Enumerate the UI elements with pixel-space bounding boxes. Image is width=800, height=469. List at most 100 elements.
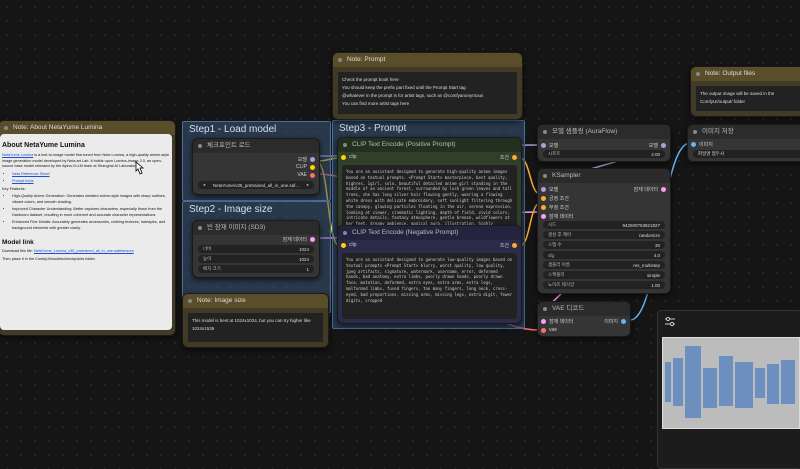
input-clip[interactable]: clip: [341, 154, 357, 160]
note-prompt-line: You should keep the prefix part fixed un…: [342, 85, 466, 91]
output-clip-label: CLIP: [295, 164, 307, 170]
output-clip[interactable]: CLIP: [296, 164, 315, 170]
port-dot-icon: [661, 187, 666, 192]
positive-prompt-textarea[interactable]: You are an assistant designed to generat…: [342, 165, 517, 227]
sliders-icon[interactable]: [664, 317, 676, 327]
node-checkpoint-title: 체크포인트 로드: [193, 139, 319, 153]
input-vae[interactable]: vae: [541, 327, 557, 333]
reference-sheet-link[interactable]: Neta Reference Sheet: [12, 172, 50, 176]
output-vae[interactable]: VAE: [297, 172, 315, 178]
input-clip[interactable]: clip: [341, 242, 357, 248]
port-dot-icon: [621, 319, 626, 324]
node-clip-negative[interactable]: CLIP Text Encode (Negative Prompt) clip …: [337, 225, 522, 324]
feature-item: High-Quality Anime Generation: Generates…: [12, 194, 170, 205]
output-conditioning-label: 조건: [499, 155, 509, 161]
prompt-book-link[interactable]: Prompt book: [12, 179, 34, 183]
output-image[interactable]: 이미지: [604, 318, 626, 325]
note-prompt-line: You can find more artist tags here: [342, 101, 410, 107]
port-dot-icon: [341, 242, 346, 248]
chevron-right-icon: ▸: [306, 182, 309, 187]
shift-value: 4.00: [651, 151, 660, 157]
cfg-field[interactable]: cfg 4.0: [543, 251, 665, 259]
note-image-size-title: Note: Image size: [183, 294, 328, 308]
minimap[interactable]: [657, 310, 800, 469]
scheduler-value: simple: [646, 272, 660, 278]
port-dot-icon: [512, 243, 517, 248]
control-after-generate-field[interactable]: 생성 후 제어 randomize: [543, 231, 665, 239]
output-model-label: 모델: [297, 157, 307, 163]
output-latent[interactable]: 잠재 데이터: [283, 236, 315, 243]
netayume-document: About NetaYume Lumina NetaYume Lumina is…: [0, 134, 172, 330]
note-prompt-title: Note: Prompt: [333, 53, 522, 67]
download-link[interactable]: NetaYume_Lumina_v35_pretrained_all_in_on…: [34, 249, 134, 253]
denoise-field[interactable]: 노이즈 제거양 1.00: [543, 281, 665, 289]
width-value: 1024: [298, 246, 309, 252]
node-vae-decode-title: VAE 디코드: [538, 302, 630, 316]
output-latent-label: 잠재 데이터: [282, 237, 307, 243]
note-prompt-line: Check the prompt book here: [342, 77, 399, 82]
shift-field[interactable]: 시프트 4.00: [543, 150, 665, 158]
ckpt-name-select[interactable]: ◂ NetaYume/v35_pretrained_all_in_one.saf.…: [198, 181, 314, 189]
scheduler-label: 스케줄러: [548, 272, 565, 277]
input-image[interactable]: 이미지: [691, 141, 713, 148]
input-latent[interactable]: 잠재 데이터: [541, 213, 573, 220]
features-list: High-Quality Anime Generation: Generates…: [10, 194, 172, 231]
node-empty-latent[interactable]: 빈 잠재 이미지 (SD3) 잠재 데이터 너비 1024 높이 1024 배치 크…: [192, 220, 320, 278]
batch-size-field[interactable]: 배치 크기 1: [198, 265, 314, 273]
node-model-sampling[interactable]: 모델 샘플링 (AuraFlow) 모델 모델 시프트 4.00: [537, 124, 671, 162]
control-value: randomize: [638, 232, 660, 238]
node-save-image[interactable]: 이미지 저장 이미지 파일명 접두사: [687, 124, 800, 162]
minimap-viewport[interactable]: [662, 337, 800, 429]
netayume-link[interactable]: NetaYume Lumina: [2, 153, 33, 157]
output-conditioning[interactable]: 조건: [500, 154, 517, 161]
note-output-title: Note: Output files: [691, 67, 800, 81]
sampler-name-field[interactable]: 샘플러 이름 res_multistep: [543, 261, 665, 269]
output-model[interactable]: 모델: [649, 142, 666, 149]
output-conditioning[interactable]: 조건: [500, 242, 517, 249]
height-field[interactable]: 높이 1024: [198, 255, 314, 263]
scheduler-field[interactable]: 스케줄러 simple: [543, 271, 665, 279]
netayume-links-item: Neta Reference Sheet: [12, 172, 170, 178]
node-vae-decode[interactable]: VAE 디코드 잠재 데이터 vae 이미지: [537, 301, 631, 337]
input-negative-label: 부정 조건: [549, 205, 569, 211]
input-model[interactable]: 모델: [541, 142, 558, 149]
seed-field[interactable]: 시드 942500763821827: [543, 221, 665, 229]
port-dot-icon: [310, 157, 315, 162]
minimap-nodes: [665, 346, 795, 418]
denoise-label: 노이즈 제거양: [548, 282, 575, 287]
node-clip-positive[interactable]: CLIP Text Encode (Positive Prompt) clip …: [337, 137, 522, 232]
height-label: 높이: [203, 256, 212, 261]
port-dot-icon: [661, 143, 666, 148]
output-model[interactable]: 모델: [298, 156, 315, 163]
note-prompt[interactable]: Note: Prompt Check the prompt book here …: [332, 52, 523, 120]
node-ksampler[interactable]: KSampler 모델 잠재 데이터 긍정 조건 부정 조건 잠재 데이터 시드…: [537, 168, 671, 294]
input-positive[interactable]: 긍정 조건: [541, 195, 569, 202]
port-dot-icon: [310, 237, 315, 242]
output-latent[interactable]: 잠재 데이터: [634, 186, 666, 193]
mouse-cursor-icon: [135, 161, 145, 175]
port-dot-icon: [310, 164, 315, 170]
feature-item: Improved Character Understanding: Better…: [12, 207, 170, 218]
width-label: 너비: [203, 246, 212, 251]
output-latent-label: 잠재 데이터: [633, 187, 658, 193]
port-dot-icon: [691, 142, 696, 147]
steps-field[interactable]: 스텝 수 30: [543, 241, 665, 249]
download-text: Download this file: NetaYume_Lumina_v35_…: [2, 249, 170, 255]
input-latent-label: 잠재 데이터: [549, 214, 574, 220]
node-model-sampling-title: 모델 샘플링 (AuraFlow): [538, 125, 670, 139]
input-clip-label: clip: [349, 242, 357, 248]
input-model-label: 모델: [549, 187, 559, 193]
note-output[interactable]: Note: Output files The output image will…: [690, 66, 800, 117]
port-dot-icon: [341, 154, 346, 160]
node-checkpoint-loader[interactable]: 체크포인트 로드 모델 CLIP VAE ◂ NetaYume/v35_pretr…: [192, 138, 320, 195]
input-negative[interactable]: 부정 조건: [541, 204, 569, 211]
note-image-size-body: This model is best at 1024x1024, but you…: [188, 313, 323, 342]
width-field[interactable]: 너비 1024: [198, 245, 314, 253]
input-latent[interactable]: 잠재 데이터: [541, 318, 573, 325]
note-image-size[interactable]: Note: Image size This model is best at 1…: [182, 293, 329, 348]
input-model[interactable]: 모델: [541, 186, 558, 193]
negative-prompt-textarea[interactable]: You are an assistant designed to generat…: [342, 253, 517, 319]
node-clip-positive-title: CLIP Text Encode (Positive Prompt): [338, 138, 521, 152]
note-netayume-title: Note: About NetaYume Lumina: [0, 121, 175, 135]
filename-prefix-field[interactable]: 파일명 접두사: [693, 150, 800, 158]
